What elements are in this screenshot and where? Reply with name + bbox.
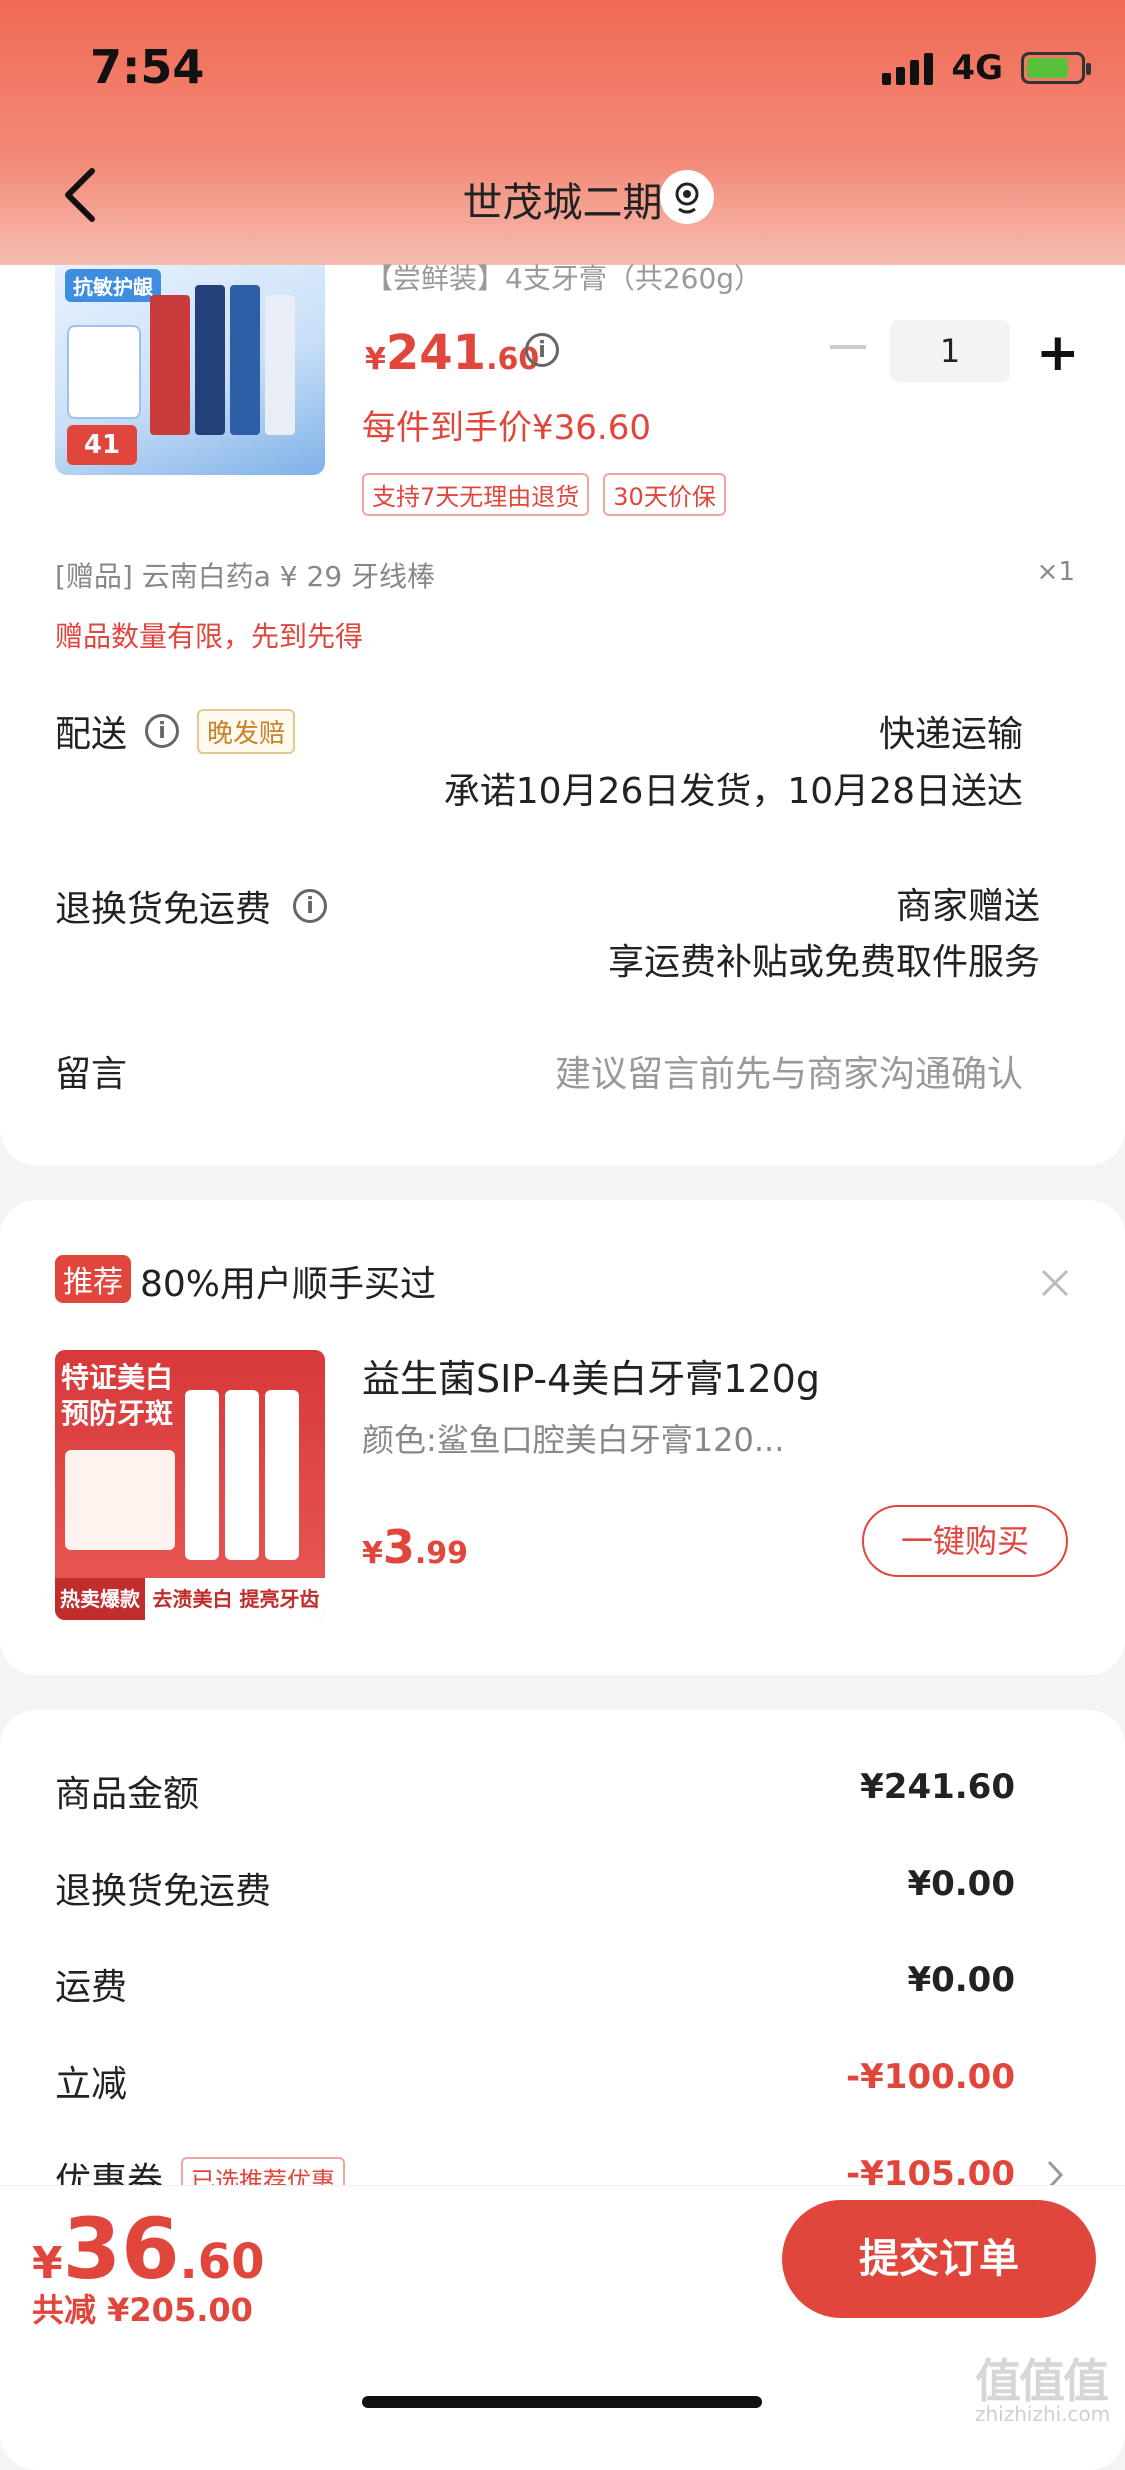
- return-info-icon[interactable]: i: [293, 889, 328, 923]
- return-shipping-desc: 享运费补贴或免费取件服务: [607, 942, 1040, 983]
- summary-value-goods: ¥241.60: [860, 1767, 1015, 1807]
- gift-line: [赠品] 云南白药a ¥ 29 牙线棒: [55, 560, 436, 593]
- product-spec: 【尝鲜装】4支牙膏（共260g）: [365, 262, 763, 295]
- total-saved: 共减 ¥205.00: [32, 2291, 253, 2329]
- battery-icon: [1021, 52, 1091, 84]
- home-indicator[interactable]: [362, 2396, 762, 2408]
- summary-label-goods: 商品金额: [55, 1774, 200, 1815]
- delivery-row: 配送 i 晚发赔: [55, 705, 296, 757]
- recommend-product-name: 益生菌SIP-4美白牙膏120g: [362, 1357, 820, 1401]
- quantity-increase-button[interactable]: +: [1036, 327, 1080, 379]
- close-icon[interactable]: [1040, 1268, 1070, 1298]
- summary-label-return: 退换货免运费: [55, 1871, 272, 1912]
- summary-value-shipping: ¥0.00: [907, 1960, 1015, 2000]
- summary-label-discount: 立减: [55, 2064, 128, 2105]
- price-info-icon[interactable]: i: [525, 333, 559, 367]
- quantity-input[interactable]: 1: [890, 320, 1010, 382]
- service-tags: 支持7天无理由退货 30天价保: [362, 473, 726, 516]
- submit-order-button[interactable]: 提交订单: [782, 2200, 1096, 2318]
- unit-price: 每件到手价¥36.60: [362, 408, 651, 448]
- recommend-product-spec: 颜色:鲨鱼口腔美白牙膏120...: [362, 1421, 785, 1459]
- recommend-badge: 推荐: [55, 1255, 131, 1303]
- recommend-product-image[interactable]: 特证美白 预防牙斑 热卖爆款 去渍美白 提亮牙齿: [55, 1350, 325, 1620]
- summary-label-shipping: 运费: [55, 1967, 128, 2008]
- price-protect-tag: 30天价保: [603, 473, 726, 516]
- location-icon[interactable]: [660, 170, 714, 224]
- status-time: 7:54: [90, 40, 205, 94]
- return-shipping-label: 退换货免运费: [55, 889, 272, 930]
- quantity-decrease-button[interactable]: [830, 345, 866, 349]
- signal-icon: [882, 51, 934, 85]
- recommend-product-price: ¥3.99: [362, 1520, 469, 1574]
- delivery-label: 配送: [55, 714, 128, 755]
- status-icons: 4G: [882, 48, 1091, 88]
- quick-buy-button[interactable]: 一键购买: [862, 1505, 1068, 1577]
- delivery-promise: 承诺10月26日发货，10月28日送达: [443, 771, 1023, 812]
- order-info-card: 抗敏护龈 41 【尝鲜装】4支牙膏（共260g） ¥241.60 i 1 + 每…: [0, 262, 1125, 1165]
- recommend-card: 推荐 80%用户顺手买过 特证美白 预防牙斑 热卖爆款 去渍美白 提亮牙齿 益生…: [0, 1200, 1125, 1675]
- delivery-method: 快递运输: [878, 714, 1023, 755]
- recommend-title: 80%用户顺手买过: [140, 1264, 437, 1305]
- gift-warning: 赠品数量有限，先到先得: [55, 620, 364, 653]
- summary-value-return: ¥0.00: [907, 1864, 1015, 1904]
- return-shipping-row: 退换货免运费 i: [55, 880, 328, 932]
- watermark-url: zhizhizhi.com: [975, 2402, 1111, 2426]
- return-tag: 支持7天无理由退货: [362, 473, 590, 516]
- return-shipping-value: 商家赠送: [895, 886, 1040, 927]
- product-price: ¥241.60: [365, 325, 540, 381]
- late-compensation-tag: 晚发赔: [197, 708, 296, 754]
- page-title: 世茂城二期: [462, 180, 663, 226]
- gift-count: ×1: [1036, 557, 1075, 587]
- network-label: 4G: [951, 48, 1003, 88]
- message-label: 留言: [55, 1054, 128, 1095]
- summary-value-discount: -¥100.00: [846, 2057, 1015, 2097]
- total-price: ¥36.60: [32, 2200, 265, 2298]
- product-image[interactable]: 抗敏护龈 41: [55, 265, 325, 475]
- message-input[interactable]: 建议留言前先与商家沟通确认: [555, 1045, 1023, 1097]
- delivery-info-icon[interactable]: i: [145, 714, 180, 748]
